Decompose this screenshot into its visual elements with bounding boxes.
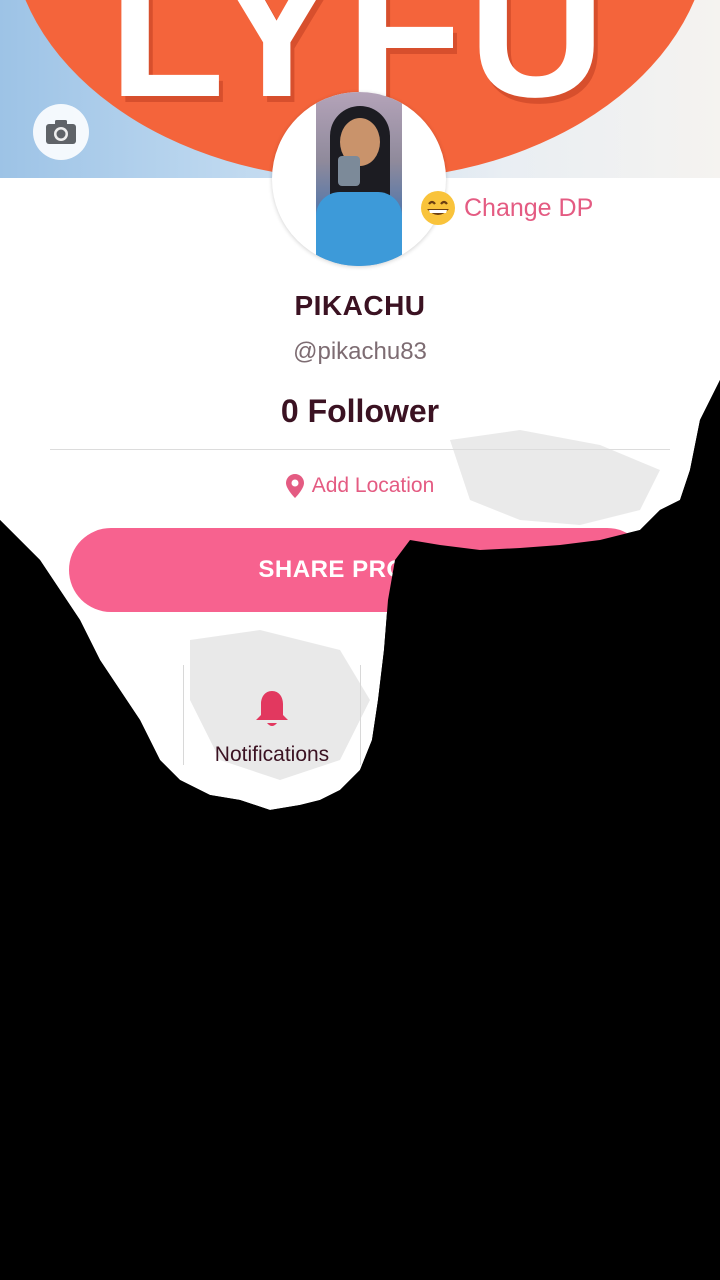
profile-name: PIKACHU — [294, 290, 426, 321]
profile-avatar[interactable] — [272, 92, 446, 266]
tab-notifications-label: Notifications — [214, 743, 330, 766]
profile-username: @pikachu83 — [293, 338, 427, 365]
change-dp-button[interactable]: Change DP — [420, 190, 593, 226]
location-pin-icon — [285, 474, 304, 498]
grinning-face-emoji-icon — [421, 191, 455, 225]
tab-notifications[interactable]: Notifications — [184, 665, 360, 785]
bell-icon — [256, 691, 288, 726]
divider — [50, 449, 670, 450]
avatar-photo — [316, 92, 402, 266]
change-cover-button[interactable] — [33, 104, 89, 160]
tab-separator — [360, 665, 361, 765]
add-location-label: Add Location — [311, 474, 435, 497]
add-location-button[interactable]: Add Location — [0, 474, 720, 498]
share-profile-label: SHARE PROFILE — [258, 556, 460, 583]
follower-count[interactable]: 0 Follower — [0, 393, 720, 430]
share-profile-button[interactable]: SHARE PROFILE — [69, 528, 649, 612]
camera-icon — [46, 120, 76, 144]
profile-screen: LYFU Change DP PIKACHU @pikachu83 0 Foll… — [0, 0, 720, 1280]
change-dp-label: Change DP — [464, 193, 594, 222]
